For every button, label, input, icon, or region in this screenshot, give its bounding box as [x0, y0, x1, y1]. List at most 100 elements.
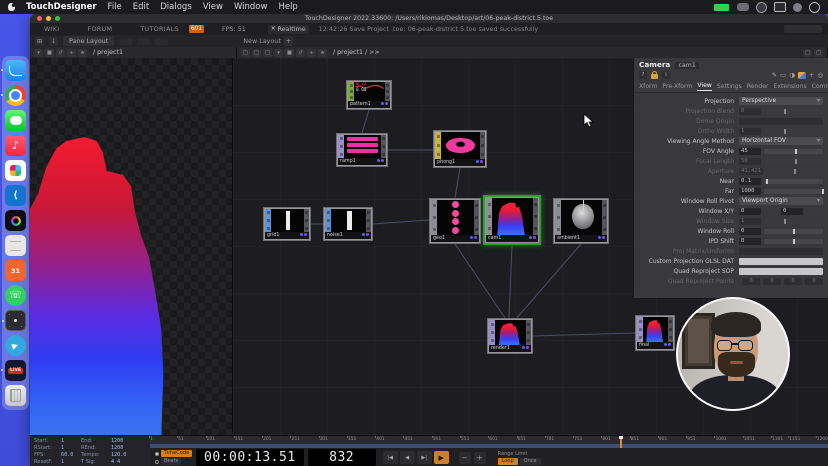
tutorials-link[interactable]: TUTORIALS [140, 25, 179, 33]
dock-trash[interactable] [5, 385, 26, 406]
timecode-badge[interactable]: TimeCode [161, 450, 192, 457]
pane-layout-button[interactable]: Pane Layout [63, 36, 114, 46]
pane-reload-icon[interactable]: ↺ [296, 49, 305, 57]
param-value-field[interactable]: 0 [739, 238, 761, 245]
node-noise1[interactable]: noise1 [323, 207, 373, 241]
node-ambient1[interactable]: ambient1 [553, 198, 609, 244]
battery-icon[interactable] [713, 3, 730, 12]
user-icon[interactable] [793, 3, 802, 12]
menu-dialogs[interactable]: Dialogs [160, 2, 192, 12]
once-button[interactable]: Once [520, 458, 541, 465]
param-value-field[interactable]: 0 [784, 278, 802, 285]
dock-live[interactable]: LIVE [5, 360, 26, 381]
param-value-field[interactable]: 0 [781, 208, 803, 215]
pane-star-icon[interactable]: ★ [318, 49, 327, 57]
pane-menu-icon[interactable]: ▾ [34, 49, 43, 57]
param-menu[interactable]: Viewport Origin▾ [739, 197, 823, 205]
geometry-viewport[interactable] [30, 58, 232, 435]
pane-add-icon[interactable]: + [307, 49, 316, 57]
grid-layout-icon[interactable]: ⊞ [35, 37, 44, 46]
pane-split-left-icon[interactable]: □ [241, 49, 250, 57]
timecode-radio[interactable] [155, 452, 159, 456]
dock-messages[interactable] [5, 110, 26, 131]
globe-icon[interactable] [756, 2, 767, 13]
param-slider[interactable] [764, 179, 823, 184]
node-output-strip[interactable] [533, 198, 538, 235]
edit-icon[interactable]: ✎ [772, 71, 777, 79]
param-value-field[interactable]: 0.1 [739, 178, 761, 185]
layout-slot-3[interactable] [155, 38, 168, 45]
param-slider[interactable] [764, 149, 823, 154]
tab-settings[interactable]: Settings [717, 83, 742, 90]
param-text-field[interactable] [739, 118, 823, 125]
param-menu[interactable]: Perspective▾ [739, 97, 823, 105]
zoom-out-button[interactable]: − [459, 452, 471, 464]
param-value-field[interactable]: 0 [805, 278, 823, 285]
param-slider[interactable] [764, 229, 823, 234]
param-value-field[interactable]: 0 [742, 278, 760, 285]
transport-button[interactable]: |◀ [383, 451, 398, 464]
pane-star-icon[interactable]: ★ [78, 49, 87, 57]
expression-mode-icon[interactable]: ◑ [789, 71, 795, 79]
param-op-reference-field[interactable] [739, 268, 823, 275]
dock-finder[interactable] [5, 60, 26, 81]
pane-menu-icon[interactable]: ▾ [274, 49, 283, 57]
pane-option-icon[interactable]: □ [803, 49, 812, 57]
param-value-field[interactable]: 0 [739, 108, 761, 115]
help-icon[interactable]: ? [639, 71, 647, 79]
node-output-strip[interactable] [602, 200, 607, 235]
network-path[interactable]: / project1 / >> [333, 49, 380, 56]
dock-notes[interactable] [5, 235, 26, 256]
switch-icon[interactable] [737, 3, 749, 11]
realtime-checkbox[interactable]: ✕ [271, 25, 276, 34]
tab-extensions[interactable]: Extensions [774, 83, 807, 90]
param-value-field[interactable]: 1000 [739, 188, 761, 195]
beats-badge[interactable]: Beats [161, 458, 181, 465]
node-phong1[interactable]: phong1 [433, 130, 487, 168]
dock-slack[interactable] [5, 160, 26, 181]
node-final[interactable]: final [635, 315, 675, 351]
wiki-link[interactable]: WIKI [44, 25, 59, 33]
tab-common[interactable]: Common [812, 83, 828, 90]
transport-button[interactable]: ▶| [417, 451, 432, 464]
node-output-strip[interactable] [474, 200, 479, 235]
dock-calendar[interactable]: 31 [5, 260, 26, 281]
pane-add-icon[interactable]: + [67, 49, 76, 57]
dock-chrome[interactable] [5, 85, 26, 106]
node-geo1[interactable]: geo1 [429, 198, 481, 244]
menu-file[interactable]: File [108, 2, 122, 12]
playhead[interactable] [620, 436, 622, 448]
add-parameter-icon[interactable]: + [809, 71, 814, 79]
param-value-field[interactable]: 0 [739, 228, 761, 235]
pane-split-icon[interactable]: □ [252, 49, 261, 57]
param-slider[interactable] [764, 219, 823, 224]
pane-split-right-icon[interactable]: □ [263, 49, 272, 57]
forum-link[interactable]: FORUM [87, 25, 112, 33]
menu-touchdesigner[interactable]: TouchDesigner [26, 2, 97, 12]
tab-view[interactable]: View [697, 82, 711, 91]
realtime-toggle[interactable]: ✕ Realtime [268, 25, 309, 34]
menu-help[interactable]: Help [278, 2, 297, 12]
layout-slot-2[interactable] [137, 38, 150, 45]
clock-icon[interactable] [809, 2, 820, 13]
param-value-field[interactable]: 45 [739, 148, 761, 155]
node-output-strip[interactable] [304, 209, 309, 232]
param-slider[interactable] [764, 239, 823, 244]
dock-vscode[interactable]: ⟨ [5, 185, 26, 206]
node-output-strip[interactable] [480, 132, 485, 159]
pane-stop-icon[interactable]: ■ [45, 49, 54, 57]
param-slider[interactable] [766, 169, 823, 174]
tab-render[interactable]: Render [747, 83, 769, 90]
pane-reload-icon[interactable]: ↺ [56, 49, 65, 57]
pane-stop-icon[interactable]: ■ [285, 49, 294, 57]
node-output-strip[interactable] [668, 317, 673, 342]
gear-icon[interactable]: ◎ [817, 71, 823, 79]
dock-whatsapp[interactable]: ☏ [5, 285, 26, 306]
menu-view[interactable]: View [203, 2, 223, 12]
viewport-path[interactable]: / project1 [93, 49, 123, 56]
param-value-field[interactable]: 0 [739, 208, 761, 215]
beats-mode[interactable]: Beats [155, 458, 192, 465]
node-output-strip[interactable] [385, 82, 390, 101]
param-op-reference-field[interactable] [739, 258, 823, 265]
layout-slot-1[interactable] [119, 38, 132, 45]
